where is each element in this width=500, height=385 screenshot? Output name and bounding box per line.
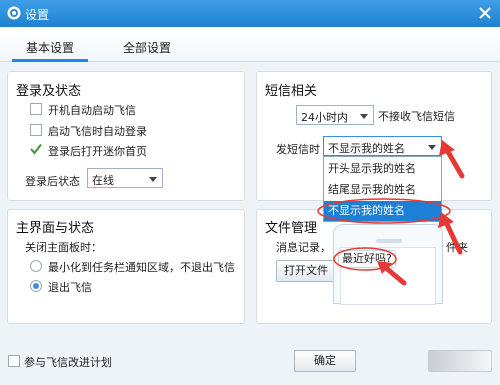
dropdown-option-head[interactable]: 开头显示我的姓名 bbox=[324, 159, 441, 179]
mini-homepage-label: 登录后打开迷你首页 bbox=[48, 145, 147, 158]
chevron-down-icon bbox=[360, 114, 368, 119]
login-panel-title: 登录及状态 bbox=[16, 84, 82, 99]
send-name-select[interactable]: 不显示我的姓名 bbox=[323, 136, 442, 156]
close-icon[interactable] bbox=[476, 4, 494, 22]
phone-speaker bbox=[376, 239, 402, 243]
exit-label: 退出飞信 bbox=[48, 281, 92, 294]
file-desc-tail: 件夹 bbox=[446, 241, 468, 254]
check-icon[interactable] bbox=[30, 143, 42, 155]
open-folder-button[interactable]: 打开文件 bbox=[276, 260, 336, 282]
no-receive-label: 不接收飞信短信 bbox=[378, 110, 455, 123]
send-name-value: 不显示我的姓名 bbox=[328, 142, 405, 155]
autostart-label: 开机自动启动飞信 bbox=[48, 104, 136, 117]
hours-value: 24小时内 bbox=[301, 111, 348, 124]
dropdown-option-hide[interactable]: 不显示我的姓名 bbox=[324, 201, 441, 221]
open-folder-label: 打开文件 bbox=[284, 264, 328, 277]
status-label: 登录后状态 bbox=[25, 175, 80, 188]
send-name-dropdown: 开头显示我的姓名 结尾显示我的姓名 不显示我的姓名 bbox=[323, 156, 442, 222]
title-bar: 设置 bbox=[0, 0, 500, 27]
improve-plan-label: 参与飞信改进计划 bbox=[24, 356, 112, 369]
confirm-button[interactable]: 确定 bbox=[294, 350, 356, 372]
tab-bar: 基本设置 全部设置 bbox=[0, 27, 500, 62]
message-bubble-text: 最近好吗? bbox=[342, 252, 392, 265]
file-desc-text: 消息记录， bbox=[276, 241, 331, 254]
autologin-checkbox[interactable] bbox=[30, 124, 42, 136]
message-bubble: 最近好吗? bbox=[338, 250, 396, 268]
tab-all-settings[interactable]: 全部设置 bbox=[123, 39, 171, 56]
bottom-bar: 参与飞信改进计划 确定 bbox=[0, 342, 500, 385]
minimize-label: 最小化到任务栏通知区域，不退出飞信 bbox=[48, 261, 235, 274]
file-panel-title: 文件管理 bbox=[265, 221, 318, 236]
minimize-radio[interactable] bbox=[30, 260, 42, 272]
main-ui-panel-title: 主界面与状态 bbox=[16, 221, 95, 236]
autostart-checkbox[interactable] bbox=[30, 103, 42, 115]
tab-basic-settings[interactable]: 基本设置 bbox=[11, 39, 89, 62]
gear-icon bbox=[7, 6, 21, 20]
status-select[interactable]: 在线 bbox=[87, 168, 163, 188]
autologin-label: 启动飞信时自动登录 bbox=[48, 125, 147, 138]
chevron-down-icon bbox=[428, 145, 436, 150]
window-title: 设置 bbox=[25, 8, 50, 22]
exit-radio[interactable] bbox=[30, 280, 42, 292]
improve-plan-checkbox[interactable] bbox=[8, 355, 20, 367]
dropdown-option-tail[interactable]: 结尾显示我的姓名 bbox=[324, 180, 441, 200]
chevron-down-icon bbox=[149, 177, 157, 182]
confirm-label: 确定 bbox=[314, 354, 336, 367]
sms-panel-title: 短信相关 bbox=[265, 84, 318, 99]
cancel-button[interactable] bbox=[428, 350, 492, 372]
send-label: 发短信时 bbox=[276, 143, 320, 156]
close-behavior-label: 关闭主面板时： bbox=[25, 241, 102, 254]
hours-select[interactable]: 24小时内 bbox=[296, 105, 374, 125]
status-value: 在线 bbox=[92, 174, 114, 187]
